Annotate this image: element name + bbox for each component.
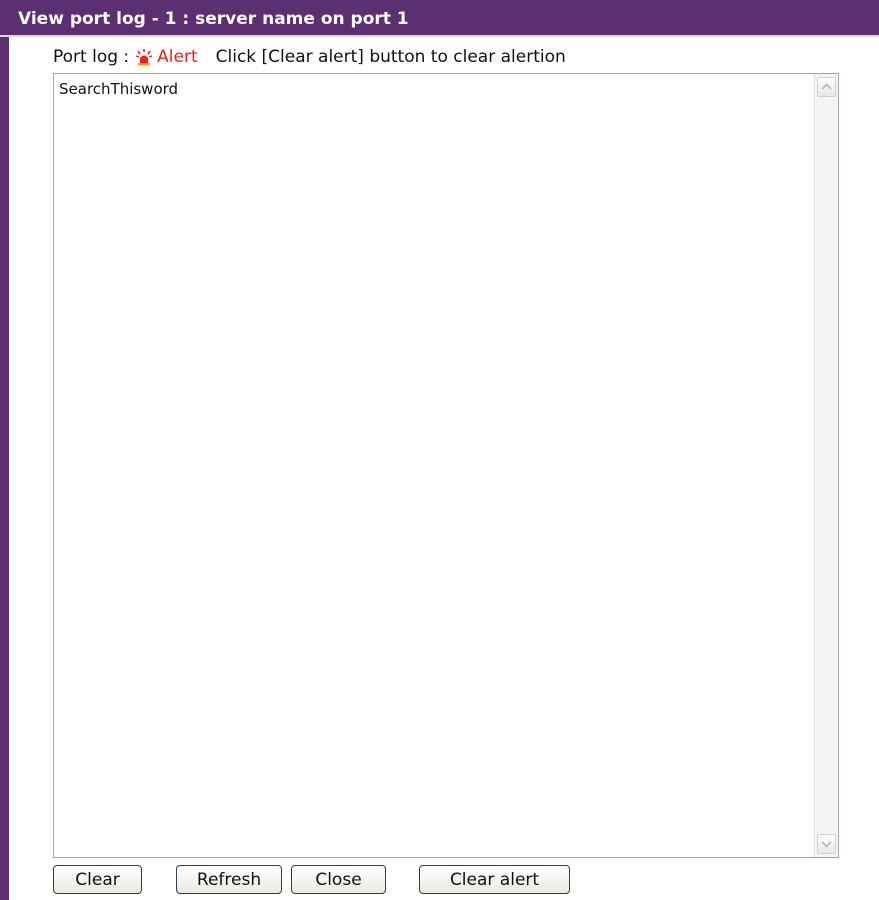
- clear-alert-hint: Click [Clear alert] button to clear aler…: [215, 47, 566, 67]
- window-title: View port log - 1 : server name on port …: [18, 9, 409, 29]
- scroll-down-button[interactable]: [817, 834, 836, 854]
- port-log-window: View port log - 1 : server name on port …: [0, 0, 879, 900]
- alert-status-text: Alert: [157, 47, 198, 67]
- scroll-up-button[interactable]: [817, 77, 836, 97]
- close-button[interactable]: Close: [291, 865, 386, 894]
- alert-siren-icon: [135, 48, 153, 66]
- title-bar: View port log - 1 : server name on port …: [0, 0, 879, 37]
- port-log-textarea[interactable]: SearchThisword: [53, 73, 839, 858]
- chevron-up-icon: [821, 83, 832, 90]
- vertical-scrollbar[interactable]: [814, 74, 838, 857]
- clear-alert-button[interactable]: Clear alert: [419, 865, 570, 894]
- window-left-border: [0, 0, 9, 900]
- chevron-down-icon: [821, 841, 832, 848]
- port-log-label: Port log :: [53, 47, 130, 67]
- port-log-status-row: Port log : Alert Click [Clear alert] but…: [53, 47, 566, 67]
- refresh-button[interactable]: Refresh: [176, 865, 282, 894]
- clear-button[interactable]: Clear: [53, 865, 142, 894]
- port-log-content: SearchThisword: [59, 80, 179, 98]
